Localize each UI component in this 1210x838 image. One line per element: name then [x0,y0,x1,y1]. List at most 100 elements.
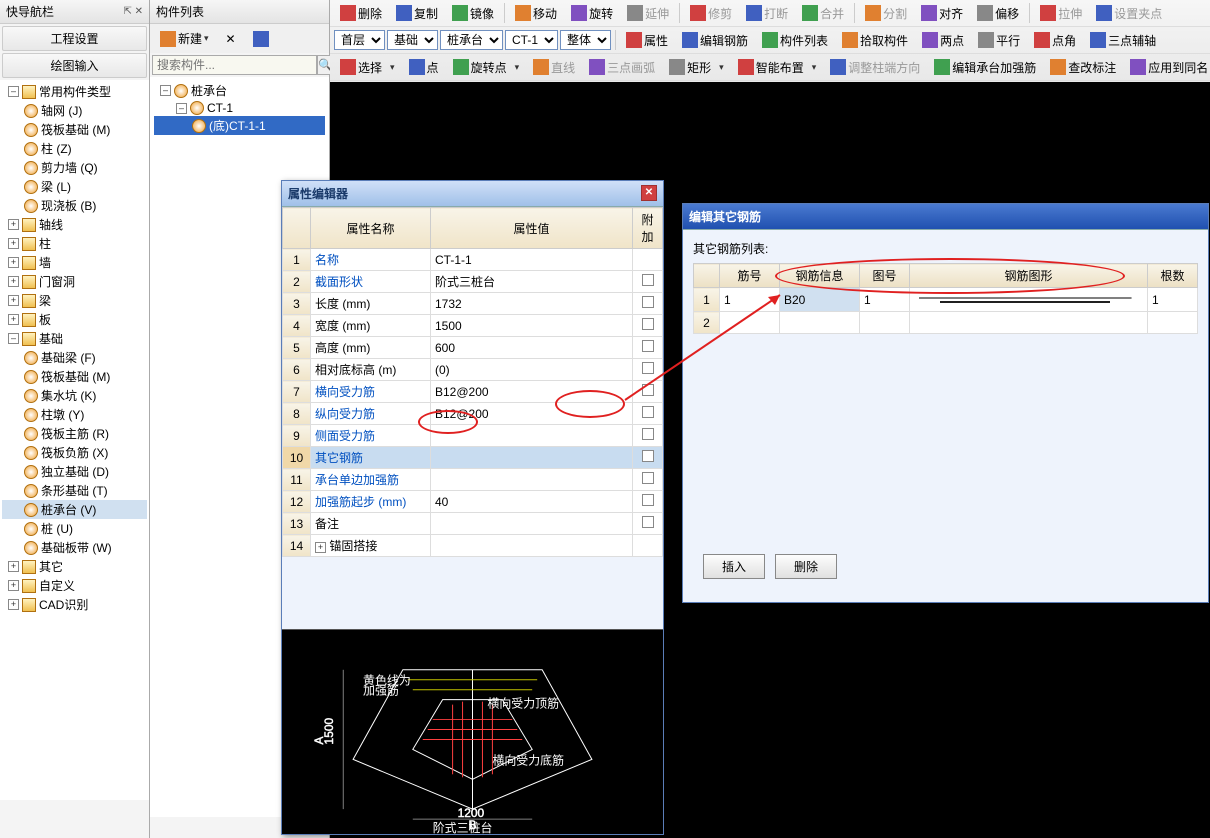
prop-extra[interactable] [633,271,663,293]
nav-pin-icon[interactable]: ⇱ ✕ [123,6,143,17]
expander-icon[interactable]: – [176,103,187,114]
prop-value[interactable]: 1500 [431,315,633,337]
nav-tree-item[interactable]: 筏板负筋 (X) [2,443,147,462]
prop-value[interactable]: 阶式三桩台 [431,271,633,293]
nav-sec-project[interactable]: 工程设置 [2,26,147,51]
prop-value[interactable]: (0) [431,359,633,381]
prop-extra[interactable] [633,381,663,403]
nav-tree-item[interactable]: 基础梁 (F) [2,348,147,367]
nav-tree-item[interactable]: 桩 (U) [2,519,147,538]
comp-new-button[interactable]: 新建 ▾ [153,27,216,50]
prop-value[interactable]: 1732 [431,293,633,315]
toolbar-button[interactable]: 平行 [972,29,1026,52]
rebar-num[interactable] [720,312,780,334]
toolbar-select[interactable]: CT-1 [505,30,558,50]
prop-value[interactable]: CT-1-1 [431,249,633,271]
prop-extra[interactable] [633,315,663,337]
toolbar-button[interactable]: 两点 [916,29,970,52]
toolbar-button[interactable]: 对齐 [915,2,969,25]
nav-tree-item[interactable]: +板 [2,310,147,329]
property-row[interactable]: 11承台单边加强筋 [283,469,663,491]
toolbar-button[interactable]: 应用到同名 [1124,56,1210,79]
property-row[interactable]: 3长度 (mm)1732 [283,293,663,315]
toolbar-button[interactable]: 查改标注 [1044,56,1122,79]
prop-extra[interactable] [633,403,663,425]
rebar-imgno[interactable]: 1 [860,288,910,312]
nav-tree-item[interactable]: 独立基础 (D) [2,462,147,481]
toolbar-select[interactable]: 桩承台 [440,30,503,50]
prop-extra[interactable] [633,337,663,359]
rebar-count[interactable]: 1 [1148,288,1198,312]
toolbar-button[interactable]: 复制 [390,2,444,25]
toolbar-button[interactable]: 三点辅轴 [1084,29,1162,52]
nav-tree-item[interactable]: +轴线 [2,215,147,234]
nav-tree-item[interactable]: 基础板带 (W) [2,538,147,557]
prop-extra[interactable] [633,469,663,491]
rebar-row[interactable]: 11B2011 [694,288,1198,312]
rebar-shape[interactable] [910,288,1148,312]
comp-tree-item[interactable]: (底)CT-1-1 [154,116,325,135]
toolbar-select[interactable]: 基础 [387,30,438,50]
property-row[interactable]: 13备注 [283,513,663,535]
nav-tree-item[interactable]: 筏板基础 (M) [2,120,147,139]
nav-tree-item[interactable]: 轴网 (J) [2,101,147,120]
rebar-imgno[interactable] [860,312,910,334]
toolbar-button[interactable]: 偏移 [971,2,1025,25]
nav-tree-item[interactable]: 筏板主筋 (R) [2,424,147,443]
prop-extra[interactable] [633,535,663,557]
expander-icon[interactable]: + [8,314,19,325]
prop-extra[interactable] [633,447,663,469]
expander-icon[interactable]: – [160,85,171,96]
rebar-dialog-title[interactable]: 编辑其它钢筋 [683,204,1208,230]
property-row[interactable]: 8纵向受力筋B12@200 [283,403,663,425]
toolbar-button[interactable]: 点角 [1028,29,1082,52]
toolbar-button[interactable]: 删除 [334,2,388,25]
toolbar-button[interactable]: 三点画弧 [583,56,661,79]
prop-value[interactable] [431,425,633,447]
toolbar-button[interactable]: 镜像 [446,2,500,25]
toolbar-button[interactable]: 拾取构件 [836,29,914,52]
rebar-num[interactable]: 1 [720,288,780,312]
comp-tree-item[interactable]: –桩承台 [154,81,325,100]
toolbar-select[interactable]: 整体 [560,30,611,50]
rebar-shape[interactable] [910,312,1148,334]
prop-dialog-title[interactable]: 属性编辑器 ✕ [282,181,663,207]
toolbar-button[interactable]: 编辑钢筋 [676,29,754,52]
toolbar-button[interactable]: 设置夹点 [1090,2,1168,25]
nav-tree-item[interactable]: 梁 (L) [2,177,147,196]
nav-tree-item[interactable]: 柱墩 (Y) [2,405,147,424]
toolbar-button[interactable]: 打断 [740,2,794,25]
toolbar-button[interactable]: 旋转 [565,2,619,25]
expander-icon[interactable]: + [8,257,19,268]
prop-value[interactable]: 40 [431,491,633,513]
expander-icon[interactable]: + [8,561,19,572]
property-row[interactable]: 6相对底标高 (m)(0) [283,359,663,381]
expander-icon[interactable]: + [8,295,19,306]
nav-tree-item[interactable]: +梁 [2,291,147,310]
property-row[interactable]: 1名称CT-1-1 [283,249,663,271]
prop-extra[interactable] [633,359,663,381]
property-row[interactable]: 2截面形状阶式三桩台 [283,271,663,293]
rebar-row[interactable]: 2 [694,312,1198,334]
prop-extra[interactable] [633,513,663,535]
comp-search-input[interactable] [152,55,317,75]
toolbar-button[interactable]: 移动 [509,2,563,25]
prop-value[interactable] [431,535,633,557]
nav-tree-item[interactable]: +CAD识别 [2,595,147,614]
prop-value[interactable]: B12@200 [431,403,633,425]
property-row[interactable]: 4宽度 (mm)1500 [283,315,663,337]
toolbar-button[interactable]: 智能布置 [732,56,810,79]
toolbar-button[interactable]: 属性 [620,29,674,52]
delete-button[interactable]: 删除 [775,554,837,579]
toolbar-button[interactable]: 延伸 [621,2,675,25]
prop-value[interactable]: 600 [431,337,633,359]
prop-extra[interactable] [633,491,663,513]
nav-tree-item[interactable]: 集水坑 (K) [2,386,147,405]
comp-delete-button[interactable]: ✕ [219,29,243,49]
nav-sec-drawing[interactable]: 绘图输入 [2,53,147,78]
expander-icon[interactable]: + [8,219,19,230]
rebar-info[interactable] [780,312,860,334]
toolbar-button[interactable]: 分割 [859,2,913,25]
toolbar-button[interactable]: 旋转点 [447,56,513,79]
expander-icon[interactable]: – [8,86,19,97]
